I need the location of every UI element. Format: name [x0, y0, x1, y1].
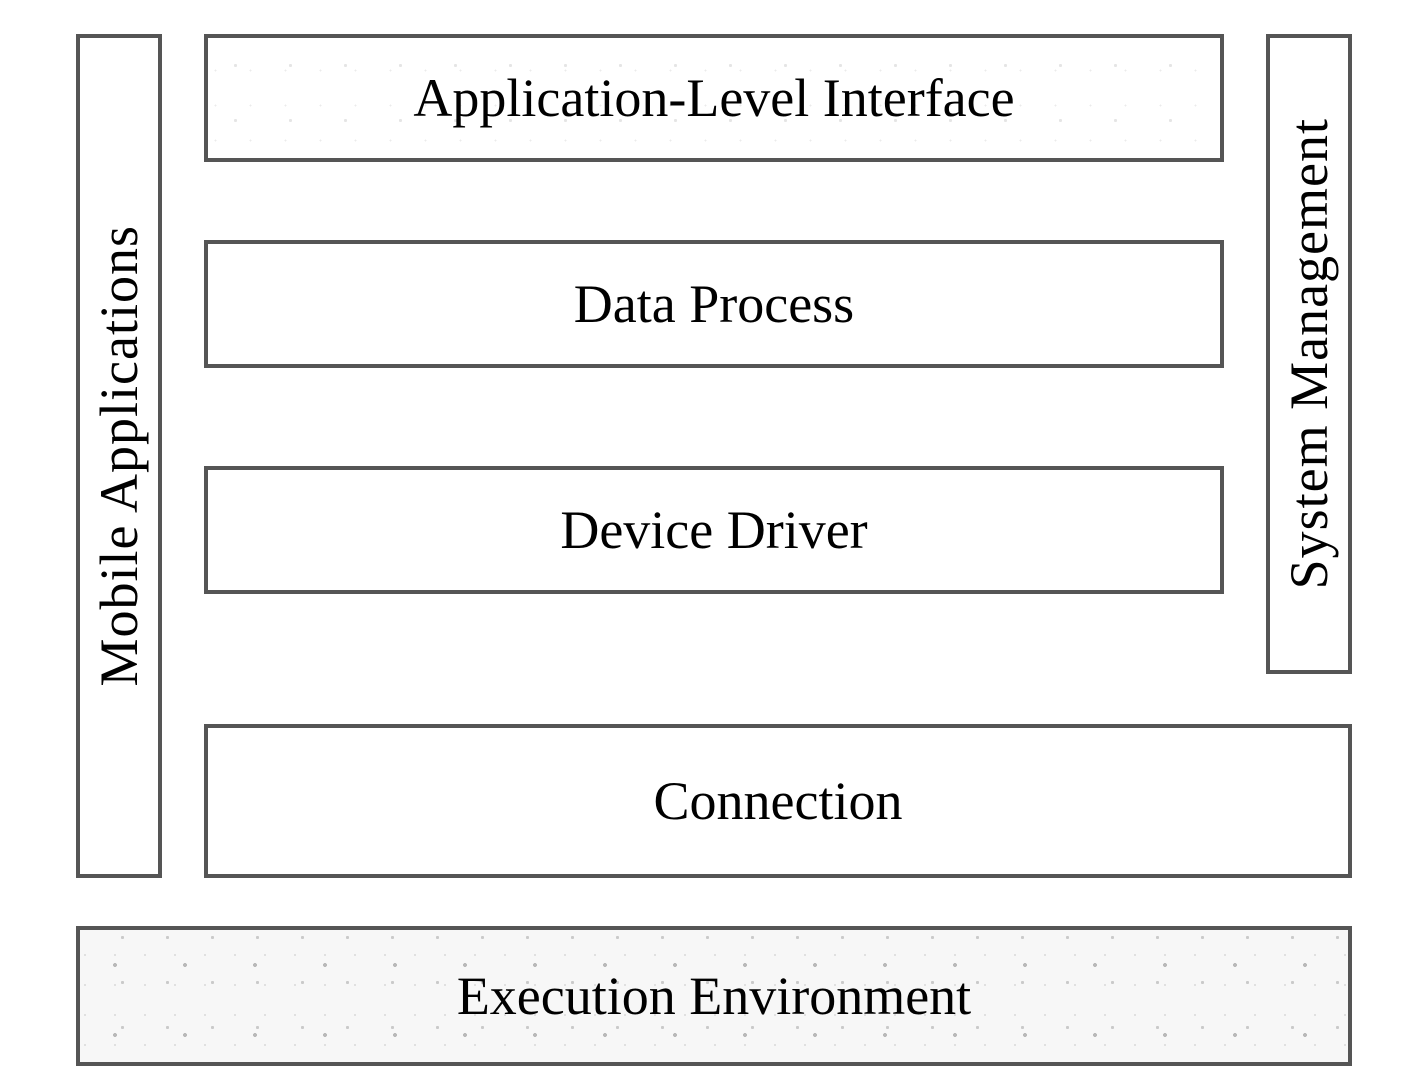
- device-driver-layer: Device Driver: [204, 466, 1224, 594]
- execution-environment-layer: Execution Environment: [76, 926, 1352, 1066]
- application-level-interface-label: Application-Level Interface: [413, 67, 1014, 129]
- application-level-interface-layer: Application-Level Interface: [204, 34, 1224, 162]
- mobile-applications-column: Mobile Applications: [76, 34, 162, 878]
- mobile-applications-label: Mobile Applications: [88, 225, 150, 686]
- connection-layer: Connection: [204, 724, 1352, 878]
- connection-label: Connection: [654, 770, 903, 832]
- execution-environment-label: Execution Environment: [457, 965, 971, 1027]
- data-process-label: Data Process: [574, 273, 854, 335]
- device-driver-label: Device Driver: [560, 499, 867, 561]
- system-management-column: System Management: [1266, 34, 1352, 674]
- architecture-diagram: Mobile Applications System Management Ap…: [0, 0, 1428, 1091]
- system-management-label: System Management: [1278, 118, 1340, 589]
- data-process-layer: Data Process: [204, 240, 1224, 368]
